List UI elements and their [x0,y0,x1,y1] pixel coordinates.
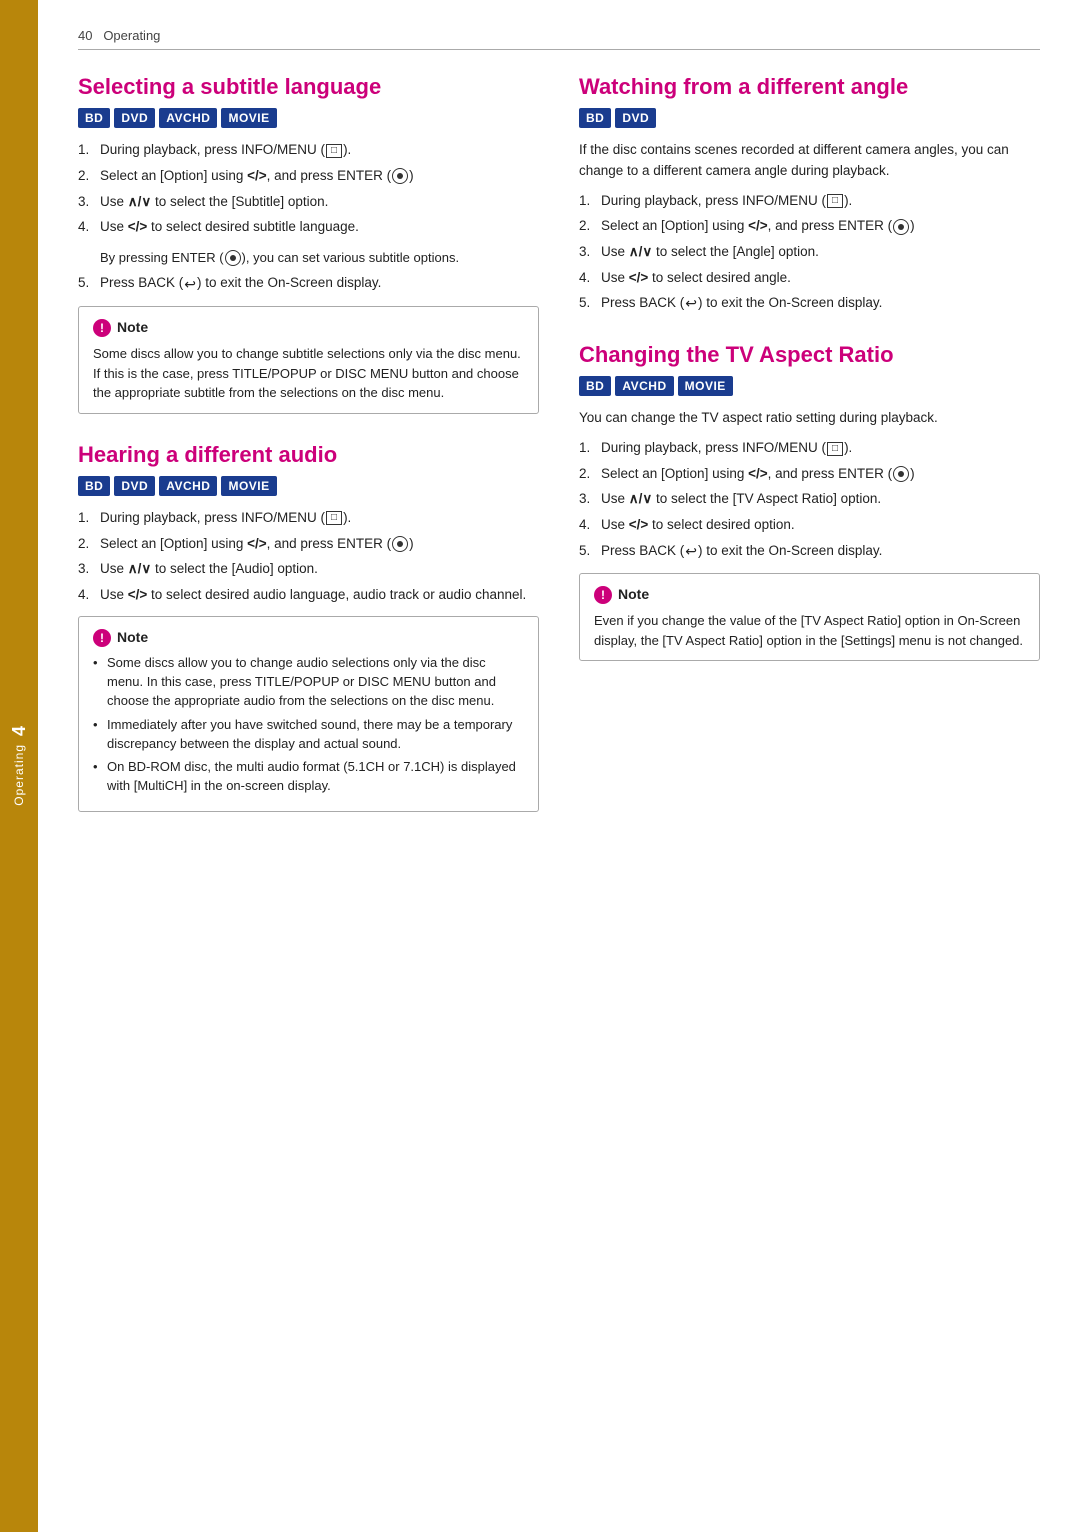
badge-avchd: AVCHD [159,108,217,128]
audio-note-bullet-3: On BD-ROM disc, the multi audio format (… [93,758,524,796]
aspect-steps-list: 1. During playback, press INFO/MENU (□).… [579,438,1040,561]
section-different-angle: Watching from a different angle BD DVD I… [579,74,1040,314]
audio-step-2: 2. Select an [Option] using </>, and pre… [78,534,539,554]
subtitle-note-label: Note [117,317,148,338]
badge-bd-4: BD [579,376,611,396]
menu-icon-3: □ [326,511,342,525]
right-column: Watching from a different angle BD DVD I… [579,74,1040,840]
audio-note-header: ! Note [93,627,524,648]
note-icon-3: ! [594,586,612,604]
subtitle-note: ! Note Some discs allow you to change su… [78,306,539,414]
audio-steps-list: 1. During playback, press INFO/MENU (□).… [78,508,539,604]
audio-step-3: 3. Use ∧/∨ to select the [Audio] option. [78,559,539,579]
audio-note: ! Note Some discs allow you to change au… [78,616,539,812]
angle-step-5: 5. Press BACK (↩) to exit the On-Screen … [579,293,1040,314]
enter-icon-5 [893,466,909,482]
angle-steps-list: 1. During playback, press INFO/MENU (□).… [579,191,1040,314]
audio-note-bullet-2: Immediately after you have switched soun… [93,716,524,754]
section-subtitle-language: Selecting a subtitle language BD DVD AVC… [78,74,539,414]
note-icon-2: ! [93,629,111,647]
tv-aspect-ratio-title: Changing the TV Aspect Ratio [579,342,1040,368]
left-column: Selecting a subtitle language BD DVD AVC… [78,74,539,840]
aspect-step-3: 3. Use ∧/∨ to select the [TV Aspect Rati… [579,489,1040,509]
badge-avchd-3: AVCHD [615,376,673,396]
enter-icon-2 [225,250,241,266]
badge-dvd-2: DVD [114,476,155,496]
section-different-audio: Hearing a different audio BD DVD AVCHD M… [78,442,539,813]
subtitle-note-header: ! Note [93,317,524,338]
different-audio-title: Hearing a different audio [78,442,539,468]
angle-badges: BD DVD [579,108,1040,128]
back-icon: ↩ [184,274,196,294]
subtitle-step4-indent: By pressing ENTER (), you can set variou… [100,249,539,268]
audio-step-4: 4. Use </> to select desired audio langu… [78,585,539,605]
angle-step-1: 1. During playback, press INFO/MENU (□). [579,191,1040,211]
aspect-note-header: ! Note [594,584,1025,605]
subtitle-language-badges: BD DVD AVCHD MOVIE [78,108,539,128]
angle-intro: If the disc contains scenes recorded at … [579,140,1040,181]
angle-step-2: 2. Select an [Option] using </>, and pre… [579,216,1040,236]
audio-badges: BD DVD AVCHD MOVIE [78,476,539,496]
badge-bd-2: BD [78,476,110,496]
side-tab-number: 4 [9,726,30,736]
audio-step-1: 1. During playback, press INFO/MENU (□). [78,508,539,528]
aspect-intro: You can change the TV aspect ratio setti… [579,408,1040,428]
section-tv-aspect-ratio: Changing the TV Aspect Ratio BD AVCHD MO… [579,342,1040,661]
badge-bd: BD [78,108,110,128]
aspect-badges: BD AVCHD MOVIE [579,376,1040,396]
different-angle-title: Watching from a different angle [579,74,1040,100]
badge-dvd: DVD [114,108,155,128]
side-tab-label: Operating [12,744,26,806]
aspect-note-text: Even if you change the value of the [TV … [594,611,1025,650]
page-header: 40 Operating [78,28,1040,50]
aspect-note: ! Note Even if you change the value of t… [579,573,1040,661]
subtitle-steps-list: 1. During playback, press INFO/MENU (□).… [78,140,539,236]
menu-icon-4: □ [827,194,843,208]
header-section: Operating [103,28,160,43]
page-number: 40 [78,28,92,43]
aspect-step-2: 2. Select an [Option] using </>, and pre… [579,464,1040,484]
subtitle-language-title: Selecting a subtitle language [78,74,539,100]
back-icon-2: ↩ [685,293,697,313]
back-icon-3: ↩ [685,541,697,561]
badge-bd-3: BD [579,108,611,128]
menu-icon-5: □ [827,442,843,456]
aspect-note-label: Note [618,584,649,605]
audio-note-bullet-1: Some discs allow you to change audio sel… [93,654,524,711]
badge-movie-3: MOVIE [678,376,733,396]
main-content: 40 Operating Selecting a subtitle langua… [38,0,1080,1532]
subtitle-step-2: 2. Select an [Option] using </>, and pre… [78,166,539,186]
subtitle-step-5: 5. Press BACK (↩) to exit the On-Screen … [78,273,539,294]
two-column-layout: Selecting a subtitle language BD DVD AVC… [78,74,1040,840]
subtitle-steps-list-2: 5. Press BACK (↩) to exit the On-Screen … [78,273,539,294]
aspect-step-5: 5. Press BACK (↩) to exit the On-Screen … [579,541,1040,562]
angle-step-4: 4. Use </> to select desired angle. [579,268,1040,288]
enter-icon [392,168,408,184]
angle-step-3: 3. Use ∧/∨ to select the [Angle] option. [579,242,1040,262]
subtitle-step-3: 3. Use ∧/∨ to select the [Subtitle] opti… [78,192,539,212]
audio-note-label: Note [117,627,148,648]
enter-icon-3 [392,536,408,552]
menu-icon: □ [326,144,342,158]
note-icon: ! [93,319,111,337]
badge-avchd-2: AVCHD [159,476,217,496]
aspect-step-4: 4. Use </> to select desired option. [579,515,1040,535]
subtitle-note-text: Some discs allow you to change subtitle … [93,344,524,403]
badge-movie: MOVIE [221,108,276,128]
badge-movie-2: MOVIE [221,476,276,496]
enter-icon-4 [893,219,909,235]
aspect-step-1: 1. During playback, press INFO/MENU (□). [579,438,1040,458]
badge-dvd-3: DVD [615,108,656,128]
subtitle-step-4: 4. Use </> to select desired subtitle la… [78,217,539,237]
side-tab: 4 Operating [0,0,38,1532]
subtitle-step-1: 1. During playback, press INFO/MENU (□). [78,140,539,160]
